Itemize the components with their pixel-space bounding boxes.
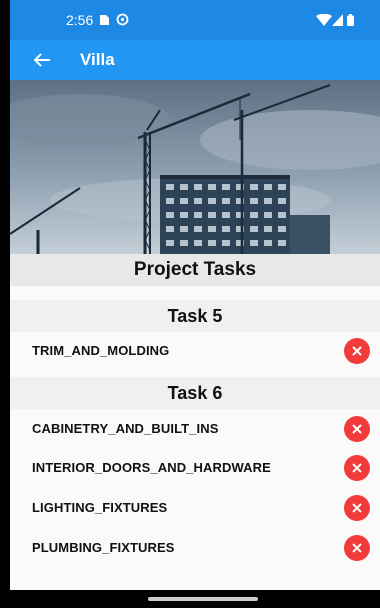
status-bar: 2:56 [10,0,380,40]
close-icon [352,424,362,434]
home-gesture-handle[interactable] [148,597,258,601]
battery-icon [347,13,354,31]
task-label: INTERIOR_DOORS_AND_HARDWARE [32,460,271,475]
task-row: LIGHTING_FIXTURES [10,490,380,526]
task-label: LIGHTING_FIXTURES [32,500,168,515]
app-bar: Villa [10,40,380,80]
signal-icon [332,13,343,31]
task-row: INTERIOR_DOORS_AND_HARDWARE [10,450,380,486]
close-icon [352,503,362,513]
delete-task-button[interactable] [344,455,370,481]
back-button[interactable] [30,48,54,72]
group-header-task-6: Task 6 [10,377,380,409]
close-icon [352,463,362,473]
task-row: TRIM_AND_MOLDING [10,333,380,369]
hero-construction-image [10,80,380,256]
page-title: Villa [80,50,115,69]
sd-card-icon [98,13,110,31]
status-time: 2:56 [66,12,94,28]
close-icon [352,346,362,356]
delete-task-button[interactable] [344,416,370,442]
arrow-left-icon [33,53,50,67]
delete-task-button[interactable] [344,338,370,364]
project-tasks-heading: Project Tasks [10,254,380,286]
task-label: CABINETRY_AND_BUILT_INS [32,421,219,436]
task-label: TRIM_AND_MOLDING [32,343,170,358]
group-header-task-5: Task 5 [10,300,380,332]
delete-task-button[interactable] [344,495,370,521]
task-row: PLUMBING_FIXTURES [10,530,380,566]
wifi-icon [316,13,332,31]
task-row: CABINETRY_AND_BUILT_INS [10,411,380,447]
system-navigation-bar [0,590,380,608]
delete-task-button[interactable] [344,535,370,561]
vpn-icon [116,13,129,31]
task-label: PLUMBING_FIXTURES [32,540,175,555]
close-icon [352,543,362,553]
app-screen: 2:56 Villa Project Tasks Task 5 TRIM_AND… [10,0,380,608]
